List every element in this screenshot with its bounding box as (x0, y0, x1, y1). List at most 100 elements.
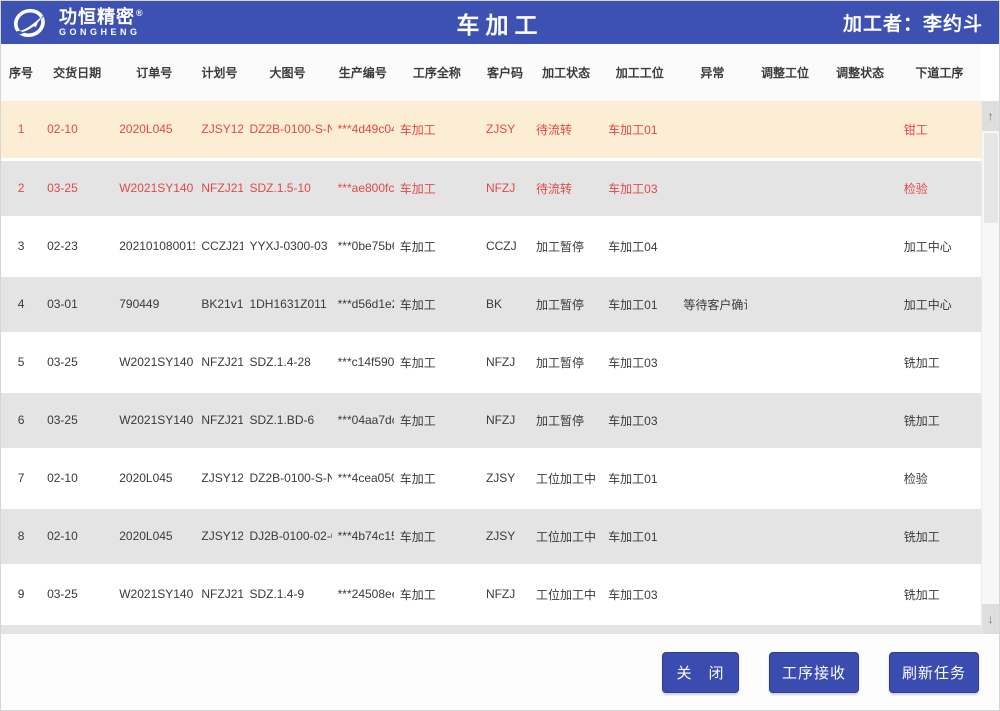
scroll-down-icon[interactable]: ↓ (982, 604, 1000, 634)
table-cell: 车加工 (394, 333, 480, 391)
table-row[interactable]: 203-25W2021SY140NFZJ21V1SDZ.1.5-10***ae8… (1, 159, 981, 217)
table-cell (823, 275, 898, 333)
table-cell: 车加工01 (602, 275, 677, 333)
table-row[interactable]: 102-102020L045ZJSY1201DZ2B-0100-S-N-***4… (1, 101, 981, 159)
partial-row-strip[interactable] (1, 623, 981, 634)
table-cell (747, 217, 822, 275)
table-cell: DZ2B-0100-S-N- (243, 101, 331, 159)
table-row[interactable]: 603-25W2021SY140NFZJ21V1SDZ.1.BD-6***04a… (1, 391, 981, 449)
column-header[interactable]: 订单号 (113, 44, 195, 101)
table-cell: 加工暂停 (530, 391, 602, 449)
column-header[interactable]: 下道工序 (898, 44, 981, 101)
table-row[interactable]: 702-102020L045ZJSY1201DZ2B-0100-S-N.1***… (1, 449, 981, 507)
refresh-tasks-button[interactable]: 刷新任务 (889, 652, 979, 693)
table-cell: 9 (1, 565, 41, 623)
table-cell: ZJSY1201 (195, 449, 243, 507)
close-button[interactable]: 关 闭 (662, 652, 739, 693)
table-cell: 铣加工 (898, 391, 981, 449)
table-row[interactable]: 403-01790449BK21v1021DH1631Z011***d56d1e… (1, 275, 981, 333)
table-cell: 202101080011 (113, 217, 195, 275)
column-header[interactable]: 工序全称 (394, 44, 480, 101)
table-cell: SDZ.1.4-9 (243, 565, 331, 623)
table-cell: 03-01 (41, 275, 113, 333)
table-row[interactable]: 302-23202101080011CCZJ2108YYXJ-0300-03**… (1, 217, 981, 275)
table-cell: 工位加工中 (530, 565, 602, 623)
table-cell: SDZ.1.5-10 (243, 159, 331, 217)
table-cell (747, 391, 822, 449)
table-row[interactable]: 503-25W2021SY140NFZJ21V1SDZ.1.4-28***c14… (1, 333, 981, 391)
table-cell: 7 (1, 449, 41, 507)
column-header[interactable]: 交货日期 (41, 44, 113, 101)
column-header[interactable]: 计划号 (195, 44, 243, 101)
scroll-up-icon[interactable]: ↑ (982, 101, 1000, 131)
table-cell (677, 217, 747, 275)
table-cell: 车加工 (394, 449, 480, 507)
table-cell: 2020L045 (113, 101, 195, 159)
table-cell: 03-25 (41, 391, 113, 449)
scrollbar-thumb[interactable] (984, 133, 998, 223)
table-cell: 3 (1, 217, 41, 275)
table-cell: 1 (1, 101, 41, 159)
brand: 功恒精密® GONGHENG (1, 6, 144, 40)
table-cell: ***4d49c043 (332, 101, 394, 159)
table-cell: 车加工 (394, 159, 480, 217)
table-cell: DJ2B-0100-02-03 (243, 507, 331, 565)
table-row[interactable]: 903-25W2021SY140NFZJ21V1SDZ.1.4-9***2450… (1, 565, 981, 623)
table-cell: 车加工 (394, 101, 480, 159)
table-body: 102-102020L045ZJSY1201DZ2B-0100-S-N-***4… (1, 101, 981, 623)
vertical-scrollbar[interactable]: ↑ ↓ (981, 101, 999, 634)
table-cell: 加工暂停 (530, 217, 602, 275)
column-header[interactable]: 加工状态 (530, 44, 602, 101)
table-header: 序号交货日期订单号计划号大图号生产编号工序全称客户码加工状态加工工位异常调整工位… (1, 44, 981, 101)
table-cell: 03-25 (41, 333, 113, 391)
table-zone: 序号交货日期订单号计划号大图号生产编号工序全称客户码加工状态加工工位异常调整工位… (1, 44, 999, 634)
column-header[interactable]: 客户码 (480, 44, 530, 101)
table-cell: 车加工04 (602, 217, 677, 275)
table-cell: W2021SY140 (113, 333, 195, 391)
table-cell: ZJSY1201 (195, 101, 243, 159)
column-header[interactable]: 大图号 (243, 44, 331, 101)
table-cell: 车加工01 (602, 507, 677, 565)
process-accept-button[interactable]: 工序接收 (769, 652, 859, 693)
table-cell: 2020L045 (113, 449, 195, 507)
table-cell: 工位加工中 (530, 507, 602, 565)
table-cell: DZ2B-0100-S-N.1 (243, 449, 331, 507)
table-cell: 加工暂停 (530, 275, 602, 333)
table-cell: BK21v102 (195, 275, 243, 333)
brand-name-en: GONGHENG (59, 28, 144, 37)
column-header[interactable]: 调整工位 (747, 44, 822, 101)
table-cell: 2 (1, 159, 41, 217)
partial-next-row[interactable] (1, 623, 981, 634)
column-header[interactable]: 调整状态 (823, 44, 898, 101)
table-cell: 车加工01 (602, 101, 677, 159)
column-header[interactable]: 序号 (1, 44, 41, 101)
table-row[interactable]: 802-102020L045ZJSY1201DJ2B-0100-02-03***… (1, 507, 981, 565)
table-cell (677, 391, 747, 449)
table-cell (823, 391, 898, 449)
column-header[interactable]: 加工工位 (602, 44, 677, 101)
table-cell: NFZJ (480, 159, 530, 217)
company-logo-icon (11, 6, 51, 40)
table-cell (677, 507, 747, 565)
table-cell: NFZJ (480, 565, 530, 623)
table-cell: 6 (1, 391, 41, 449)
column-header[interactable]: 异常 (677, 44, 747, 101)
table-cell (747, 507, 822, 565)
table-cell: 02-10 (41, 449, 113, 507)
table-cell: ***04aa7dc0 (332, 391, 394, 449)
table-cell: ZJSY (480, 449, 530, 507)
table-cell: ***4cea050b (332, 449, 394, 507)
table-cell (823, 101, 898, 159)
table-cell: W2021SY140 (113, 391, 195, 449)
top-bar: 功恒精密® GONGHENG 车加工 加工者：李约斗 (1, 1, 999, 44)
table-cell: BK (480, 275, 530, 333)
column-header[interactable]: 生产编号 (332, 44, 394, 101)
table-cell (677, 333, 747, 391)
table-cell: 检验 (898, 159, 981, 217)
table-cell: 790449 (113, 275, 195, 333)
table-cell: 车加工03 (602, 565, 677, 623)
table-cell: 车加工 (394, 565, 480, 623)
table-cell (677, 159, 747, 217)
table-cell: NFZJ21V1 (195, 391, 243, 449)
table-cell: 钳工 (898, 101, 981, 159)
